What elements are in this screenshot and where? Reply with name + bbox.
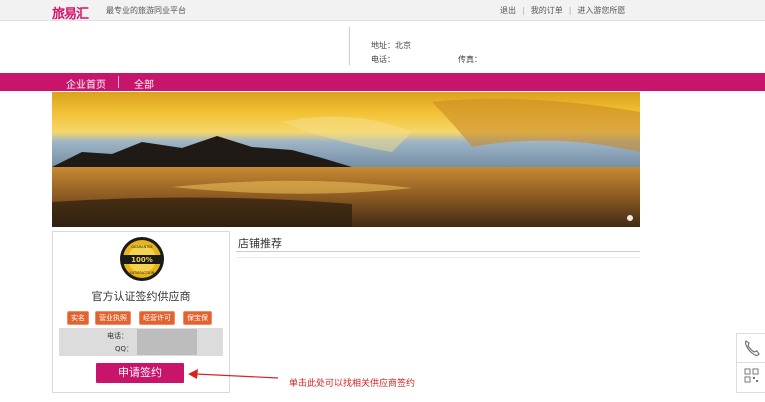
- floating-toolbar: [736, 333, 765, 393]
- phone-icon[interactable]: [737, 334, 765, 362]
- annotation-arrow-icon: [188, 369, 279, 379]
- annotation-text: 单击此处可以找相关供应商签约: [289, 379, 416, 389]
- qrcode-icon[interactable]: [737, 363, 765, 391]
